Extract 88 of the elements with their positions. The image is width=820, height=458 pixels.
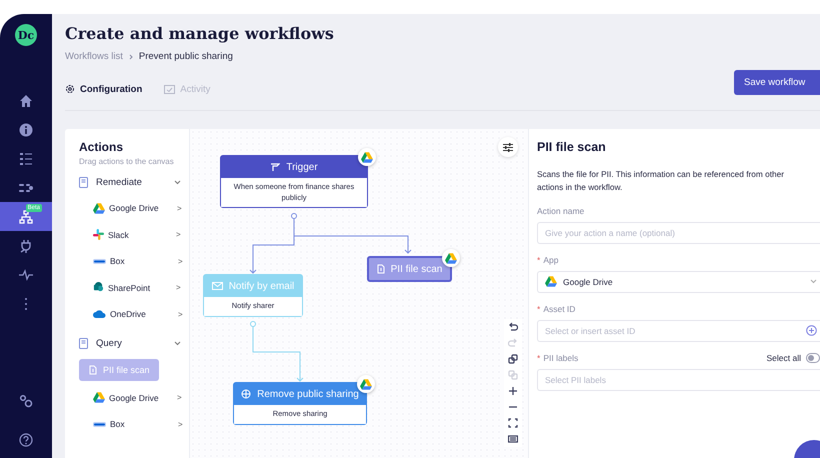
- connector-line: [250, 321, 304, 382]
- arrow-glyph: >: [176, 230, 181, 240]
- undo-icon: [508, 322, 518, 332]
- home-icon: [19, 94, 33, 108]
- add-icon[interactable]: [806, 325, 817, 336]
- field-label: Asset ID: [543, 304, 576, 314]
- file-icon: [376, 264, 385, 274]
- settings-button[interactable]: [498, 137, 518, 157]
- required-marker: *: [537, 352, 540, 363]
- arrow-glyph: >: [177, 393, 182, 402]
- fit-screen-icon: [508, 418, 518, 428]
- panel-title: Actions: [79, 140, 124, 154]
- gears-icon: [19, 394, 33, 408]
- input-field[interactable]: Select or insert asset ID: [537, 320, 820, 342]
- chevron-right-icon: [128, 54, 133, 60]
- text-input[interactable]: Select PII labels: [545, 374, 820, 385]
- slack-icon: [93, 229, 104, 240]
- panel-subtitle: Drag actions to the canvas: [79, 157, 175, 166]
- toggle-switch[interactable]: [806, 352, 820, 363]
- calendar-icon: [164, 84, 176, 94]
- hierarchy-icon: [19, 210, 33, 224]
- copy-icon: [508, 354, 518, 364]
- app-item[interactable]: Box: [110, 256, 174, 266]
- google-drive-icon: [93, 392, 105, 404]
- arrow-glyph: >: [178, 310, 183, 319]
- plug-icon: [19, 238, 33, 252]
- keyboard-icon: [508, 434, 518, 444]
- app-dropdown[interactable]: Google Drive: [537, 270, 820, 293]
- google-drive-icon: [545, 276, 557, 288]
- panel-title: PII file scan: [537, 140, 607, 154]
- node-title: PII file scan: [390, 264, 442, 274]
- save-workflow-button[interactable]: Save workflow: [734, 70, 820, 95]
- arrow-glyph: >: [178, 256, 183, 266]
- paste-icon: [508, 370, 518, 380]
- sliders-icon: [503, 142, 513, 152]
- sharepoint-icon: [93, 282, 104, 294]
- group-header[interactable]: Remediate: [79, 169, 189, 195]
- app-item[interactable]: Google Drive: [109, 203, 173, 214]
- document-icon: [79, 338, 88, 349]
- list-icon: [19, 152, 33, 166]
- envelope-icon: [212, 282, 223, 290]
- node-title: Notify by email: [228, 280, 294, 292]
- input-field[interactable]: Give your action a name (optional): [537, 222, 820, 244]
- globe-icon: [241, 389, 252, 399]
- tab[interactable]: Configuration: [65, 84, 142, 94]
- google-drive-icon: [361, 152, 373, 162]
- help-icon: [19, 432, 33, 446]
- google-drive-icon: [360, 378, 372, 390]
- app-item[interactable]: SharePoint: [108, 282, 172, 293]
- page-title: Create and manage workflows: [65, 24, 335, 43]
- arrow-glyph: >: [176, 283, 181, 292]
- breadcrumb-current: Prevent public sharing: [138, 51, 233, 62]
- chevron-down-icon: [174, 341, 181, 346]
- chevron-down-icon: [810, 279, 817, 284]
- pulse-icon: [19, 268, 33, 282]
- box-logo-icon: [93, 258, 106, 265]
- file-icon: [89, 364, 97, 374]
- required-marker: *: [537, 254, 540, 265]
- text-input[interactable]: Give your action a name (optional): [545, 228, 820, 238]
- redo-icon: [508, 338, 518, 348]
- app-item[interactable]: Google Drive: [109, 392, 173, 403]
- google-drive-icon: [445, 252, 457, 264]
- info-icon: [19, 122, 33, 136]
- gear-icon: [65, 84, 75, 94]
- google-drive-icon: [93, 202, 105, 214]
- cloud-icon: [93, 310, 106, 318]
- flag-icon: [270, 162, 280, 172]
- chevron-down-icon: [174, 180, 181, 184]
- logo[interactable]: Dc: [15, 24, 37, 46]
- document-icon: [79, 176, 88, 188]
- app-item[interactable]: Box: [110, 419, 174, 430]
- panel-description: Scans the file for PII. This information can be referenced from other actions in the workflow.: [537, 168, 786, 194]
- required-marker: *: [537, 304, 540, 314]
- group-header[interactable]: Query: [79, 330, 189, 356]
- input-field[interactable]: Select PII labels: [537, 368, 820, 391]
- text-input[interactable]: Select or insert asset ID: [545, 326, 800, 336]
- arrow-glyph: >: [178, 420, 183, 429]
- app-item[interactable]: OneDrive: [110, 309, 174, 320]
- field-label: PII labels: [543, 352, 578, 363]
- box-logo-icon: [93, 420, 106, 428]
- toggle-label: Select all: [766, 352, 801, 363]
- node-title: Remove public sharing: [257, 388, 359, 400]
- field-label: Action name: [537, 206, 584, 216]
- arrow-glyph: >: [177, 204, 182, 213]
- node-title: Trigger: [286, 162, 318, 172]
- field-label: App: [543, 254, 558, 265]
- app-item[interactable]: Slack: [108, 230, 172, 240]
- plus-icon: [508, 386, 518, 396]
